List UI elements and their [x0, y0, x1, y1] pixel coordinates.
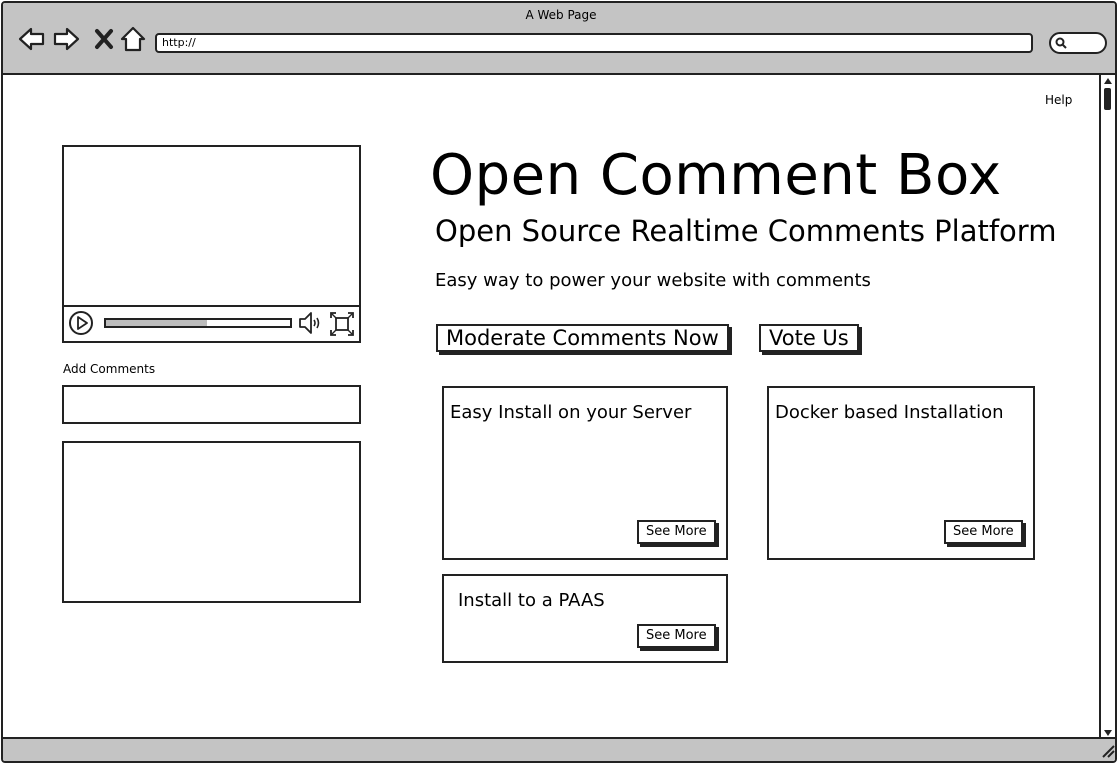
page-subtitle: Open Source Realtime Comments Platform [435, 214, 1057, 248]
video-controls [64, 305, 359, 341]
scroll-thumb[interactable] [1104, 88, 1111, 110]
video-progress-bar[interactable] [104, 318, 292, 328]
search-box[interactable] [1049, 32, 1107, 54]
browser-toolbar: A Web Page http:// [3, 3, 1115, 75]
page-title: Open Comment Box [430, 143, 1002, 208]
tagline: Easy way to power your website with comm… [435, 270, 871, 291]
card-docker-install: Docker based Installation See More [767, 386, 1035, 560]
resize-grip-icon[interactable] [1101, 744, 1115, 758]
comment-input[interactable] [62, 385, 361, 424]
see-more-button[interactable]: See More [637, 624, 716, 648]
moderate-comments-button[interactable]: Moderate Comments Now [436, 324, 729, 352]
scroll-up-arrow-icon[interactable] [1102, 76, 1114, 86]
comment-textarea[interactable] [62, 441, 361, 603]
vote-us-button[interactable]: Vote Us [759, 324, 859, 352]
fullscreen-icon[interactable] [330, 312, 354, 336]
close-icon[interactable] [91, 25, 119, 53]
card-title: Easy Install on your Server [450, 402, 692, 423]
video-progress-fill [106, 320, 208, 326]
volume-icon[interactable] [298, 311, 324, 335]
address-bar[interactable]: http:// [155, 33, 1033, 53]
play-button[interactable] [69, 311, 93, 335]
card-title: Install to a PAAS [458, 590, 605, 611]
card-title: Docker based Installation [775, 402, 1004, 423]
see-more-button[interactable]: See More [637, 520, 716, 544]
home-icon[interactable] [119, 25, 147, 53]
help-link[interactable]: Help [1045, 93, 1072, 107]
back-arrow-icon[interactable] [17, 25, 45, 53]
video-player[interactable] [62, 145, 361, 343]
window-title: A Web Page [525, 8, 597, 22]
forward-arrow-icon[interactable] [53, 25, 81, 53]
card-paas-install: Install to a PAAS See More [442, 574, 728, 663]
card-easy-install: Easy Install on your Server See More [442, 386, 728, 560]
status-bar [3, 737, 1115, 761]
see-more-button[interactable]: See More [944, 520, 1023, 544]
search-icon [1055, 37, 1067, 49]
play-icon [77, 316, 88, 330]
add-comments-label: Add Comments [63, 362, 156, 376]
vertical-scrollbar[interactable] [1099, 75, 1115, 739]
